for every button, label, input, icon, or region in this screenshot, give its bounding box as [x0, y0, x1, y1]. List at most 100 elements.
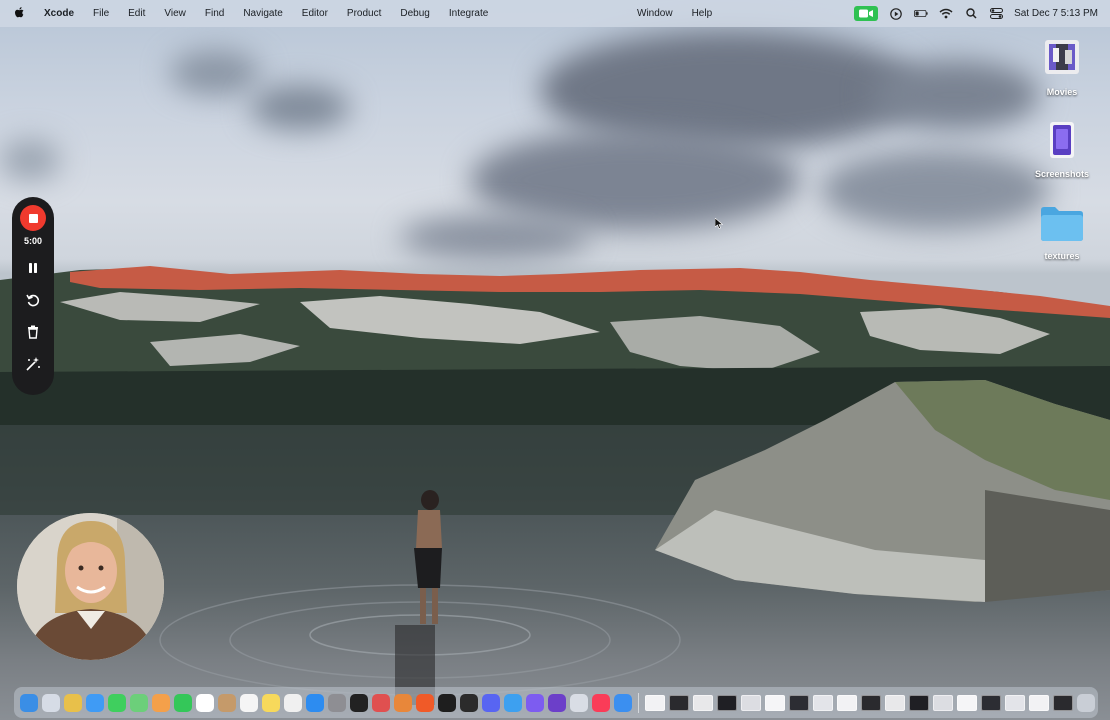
dock-minimized-window[interactable] — [645, 694, 665, 711]
movies-thumbnail-icon — [1027, 38, 1097, 83]
dock-minimized-window[interactable] — [909, 694, 929, 711]
menu-integrate[interactable]: Integrate — [449, 8, 488, 19]
dock-freeform-icon[interactable] — [284, 693, 302, 712]
desktop-wallpaper — [0, 0, 1110, 720]
menu-clock[interactable]: Sat Dec 7 5:13 PM — [1014, 8, 1098, 19]
dock-maps-icon[interactable] — [130, 693, 148, 712]
delete-button[interactable] — [23, 322, 43, 342]
cloud — [0, 140, 60, 180]
dock-app-store-icon[interactable] — [306, 693, 324, 712]
mouse-cursor-icon — [715, 218, 723, 229]
play-icon[interactable] — [889, 7, 903, 21]
recording-timer: 5:00 — [23, 236, 42, 246]
pause-button[interactable] — [23, 258, 43, 278]
screen-recorder-toolbar: 5:00 — [12, 197, 54, 395]
menu-view[interactable]: View — [164, 8, 186, 19]
wifi-icon[interactable] — [939, 7, 953, 21]
menu-app-name[interactable]: Xcode — [44, 8, 74, 19]
control-center-icon[interactable] — [989, 7, 1003, 21]
stop-recording-button[interactable] — [20, 205, 46, 231]
cloud — [820, 150, 1050, 230]
cloud — [170, 50, 260, 95]
dock-minimized-window[interactable] — [693, 694, 713, 711]
dock-minimized-window[interactable] — [837, 694, 857, 711]
dock-minimized-window[interactable] — [957, 694, 977, 711]
dock-notes-icon[interactable] — [262, 693, 280, 712]
dock-facetime-icon[interactable] — [174, 693, 192, 712]
dock — [14, 687, 1098, 718]
dock-finder-icon[interactable] — [20, 693, 38, 712]
cloud — [250, 85, 350, 130]
dock-minimized-window[interactable] — [861, 694, 881, 711]
screenshot-thumbnail-icon — [1027, 120, 1097, 165]
dock-minimized-window[interactable] — [789, 694, 809, 711]
dock-mail-icon[interactable] — [86, 693, 104, 712]
desktop-icon-label: textures — [1044, 251, 1080, 261]
desktop-icon-label: Screenshots — [1034, 169, 1090, 179]
dock-minimized-window[interactable] — [669, 694, 689, 711]
menu-navigate[interactable]: Navigate — [243, 8, 282, 19]
menu-file[interactable]: File — [93, 8, 109, 19]
stop-icon — [28, 213, 38, 223]
effects-button[interactable] — [23, 354, 43, 374]
dock-minimized-window[interactable] — [717, 694, 737, 711]
dock-trash-icon[interactable] — [1077, 693, 1095, 712]
desktop-icon-screenshots[interactable]: Screenshots — [1027, 120, 1097, 179]
desktop-icon-label: Movies — [1046, 87, 1078, 97]
dock-obsidian-icon[interactable] — [548, 693, 566, 712]
dock-games-icon[interactable] — [372, 693, 390, 712]
webcam-person-avatar — [17, 513, 164, 660]
menu-find[interactable]: Find — [205, 8, 224, 19]
menu-help[interactable]: Help — [692, 8, 713, 19]
dock-reminders-icon[interactable] — [240, 693, 258, 712]
cloud — [870, 60, 1040, 130]
dock-discord-icon[interactable] — [482, 693, 500, 712]
dock-minimized-window[interactable] — [813, 694, 833, 711]
dock-minimized-window[interactable] — [1029, 694, 1049, 711]
dock-minimized-window[interactable] — [981, 694, 1001, 711]
dock-reality-composer-icon[interactable] — [526, 693, 544, 712]
dock-minimized-window[interactable] — [885, 694, 905, 711]
dock-terminal-icon[interactable] — [460, 693, 478, 712]
effects-icon — [26, 357, 40, 371]
dock-minimized-window[interactable] — [1053, 694, 1073, 711]
dock-blender-icon[interactable] — [394, 693, 412, 712]
dock-messages-icon[interactable] — [108, 693, 126, 712]
apple-icon[interactable] — [14, 6, 25, 22]
dock-minimized-window[interactable] — [1005, 694, 1025, 711]
dock-photos-icon[interactable] — [152, 693, 170, 712]
boulder — [655, 380, 1110, 602]
pause-icon — [29, 263, 37, 273]
person-figure — [414, 490, 442, 624]
dock-contacts-icon[interactable] — [218, 693, 236, 712]
dock-xcode-cloud-icon[interactable] — [504, 693, 522, 712]
desktop-icon-movies[interactable]: Movies — [1027, 38, 1097, 97]
dock-minimized-window[interactable] — [741, 694, 761, 711]
dock-xcode-icon[interactable] — [614, 693, 632, 712]
menu-window[interactable]: Window — [637, 8, 673, 19]
dock-music-icon[interactable] — [592, 693, 610, 712]
dock-preview-icon[interactable] — [570, 693, 588, 712]
dock-stickies-icon[interactable] — [350, 693, 368, 712]
dock-minimized-window[interactable] — [765, 694, 785, 711]
dock-system-settings-icon[interactable] — [328, 693, 346, 712]
dock-calendar-icon[interactable] — [196, 693, 214, 712]
menu-edit[interactable]: Edit — [128, 8, 145, 19]
restart-button[interactable] — [23, 290, 43, 310]
facetime-icon[interactable] — [854, 6, 879, 21]
webcam-bubble[interactable] — [17, 513, 164, 660]
restart-icon — [26, 294, 40, 307]
search-icon[interactable] — [964, 7, 978, 21]
menu-debug[interactable]: Debug — [400, 8, 429, 19]
folder-icon — [1027, 204, 1097, 247]
dock-minimized-window[interactable] — [933, 694, 953, 711]
dock-figma-icon[interactable] — [438, 693, 456, 712]
battery-icon[interactable] — [914, 7, 928, 21]
cloud — [400, 215, 590, 260]
menu-editor[interactable]: Editor — [302, 8, 328, 19]
desktop-icon-textures[interactable]: textures — [1027, 204, 1097, 261]
dock-launchpad-icon[interactable] — [42, 693, 60, 712]
menu-product[interactable]: Product — [347, 8, 381, 19]
dock-chrome-icon[interactable] — [64, 693, 82, 712]
dock-brave-icon[interactable] — [416, 693, 434, 712]
